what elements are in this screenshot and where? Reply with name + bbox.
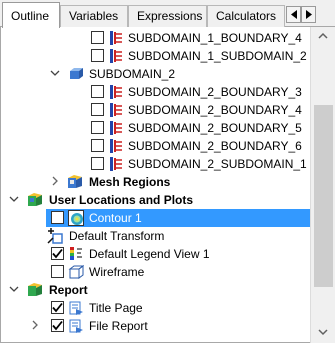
check-icon (52, 248, 63, 259)
vertical-scrollbar[interactable] (310, 27, 335, 343)
tab-scroll-right-button[interactable] (301, 6, 316, 23)
include-checkbox-checked[interactable] (51, 301, 64, 314)
visibility-checkbox[interactable] (91, 139, 104, 152)
tree-item-wireframe[interactable]: Wireframe (1, 263, 310, 281)
legend-icon (68, 246, 84, 262)
visibility-checkbox[interactable] (91, 157, 104, 170)
tree-item-mesh-regions[interactable]: Mesh Regions (1, 173, 310, 191)
tree-item-subdomain-2-boundary-5[interactable]: SUBDOMAIN_2_BOUNDARY_5 (1, 119, 310, 137)
chevron-down-icon[interactable] (8, 283, 20, 295)
tree-item-subdomain-2-boundary-6[interactable]: SUBDOMAIN_2_BOUNDARY_6 (1, 137, 310, 155)
check-icon (52, 320, 63, 331)
visibility-checkbox-checked[interactable] (51, 247, 64, 260)
visibility-checkbox[interactable] (91, 85, 104, 98)
tree-item-title-page[interactable]: Title Page (1, 299, 310, 317)
tab-calculators[interactable]: Calculators (207, 5, 285, 27)
caret-right-icon (305, 10, 312, 19)
tab-scroll-left-button[interactable] (286, 6, 301, 23)
interface-icon (108, 48, 124, 64)
tree-item-subdomain-2-boundary-3[interactable]: SUBDOMAIN_2_BOUNDARY_3 (1, 83, 310, 101)
chevron-down-icon[interactable] (49, 67, 61, 79)
contour-icon (68, 210, 84, 226)
tree-item-subdomain-2-subdomain-1[interactable]: SUBDOMAIN_2_SUBDOMAIN_1 (1, 155, 310, 173)
chevron-right-icon[interactable] (29, 319, 41, 331)
scroll-up-icon[interactable] (317, 31, 329, 41)
boundary-icon (108, 102, 124, 118)
visibility-checkbox[interactable] (51, 211, 64, 224)
tree-item-contour-1[interactable]: Contour 1 (1, 209, 310, 227)
transform-icon (47, 228, 63, 244)
outline-tree: SUBDOMAIN_1_BOUNDARY_4 SUBDOMAIN_1_SUBDO… (0, 27, 310, 343)
mesh-regions-icon (67, 174, 83, 190)
tree-item-default-transform[interactable]: Default Transform (1, 227, 310, 245)
tree-item-subdomain-2-boundary-4[interactable]: SUBDOMAIN_2_BOUNDARY_4 (1, 101, 310, 119)
boundary-icon (108, 30, 124, 46)
tree-item-file-report[interactable]: File Report (1, 317, 310, 335)
tree-item-subdomain-1-boundary-4[interactable]: SUBDOMAIN_1_BOUNDARY_4 (1, 29, 310, 47)
tree-item-user-locations[interactable]: User Locations and Plots (1, 191, 310, 209)
tree-item-report[interactable]: Report (1, 281, 310, 299)
wireframe-icon (68, 264, 85, 280)
scrollbar-thumb[interactable] (314, 105, 333, 287)
visibility-checkbox[interactable] (51, 265, 64, 278)
boundary-icon (108, 138, 124, 154)
include-checkbox-checked[interactable] (51, 319, 64, 332)
check-icon (52, 302, 63, 313)
tab-bar: Outline Variables Expressions Calculator… (0, 0, 335, 28)
user-locations-icon (27, 192, 43, 208)
interface-icon (108, 156, 124, 172)
tab-expressions[interactable]: Expressions (128, 5, 207, 27)
selection-highlight (46, 209, 310, 227)
subdomain-icon (68, 66, 84, 82)
tree-item-default-legend[interactable]: Default Legend View 1 (1, 245, 310, 263)
chevron-right-icon[interactable] (49, 175, 61, 187)
tree-item-subdomain-1-subdomain-2[interactable]: SUBDOMAIN_1_SUBDOMAIN_2 (1, 47, 310, 65)
report-icon (27, 282, 43, 298)
chevron-down-icon[interactable] (8, 193, 20, 205)
tree-item-subdomain-2[interactable]: SUBDOMAIN_2 (1, 65, 310, 83)
boundary-icon (108, 120, 124, 136)
scroll-down-icon[interactable] (317, 327, 329, 337)
visibility-checkbox[interactable] (91, 121, 104, 134)
tab-outline[interactable]: Outline (2, 2, 60, 28)
report-page-icon (68, 300, 84, 316)
visibility-checkbox[interactable] (91, 31, 104, 44)
caret-left-icon (290, 10, 297, 19)
tab-variables[interactable]: Variables (60, 5, 128, 27)
boundary-icon (108, 84, 124, 100)
visibility-checkbox[interactable] (91, 49, 104, 62)
report-page-icon (68, 318, 84, 334)
visibility-checkbox[interactable] (91, 103, 104, 116)
